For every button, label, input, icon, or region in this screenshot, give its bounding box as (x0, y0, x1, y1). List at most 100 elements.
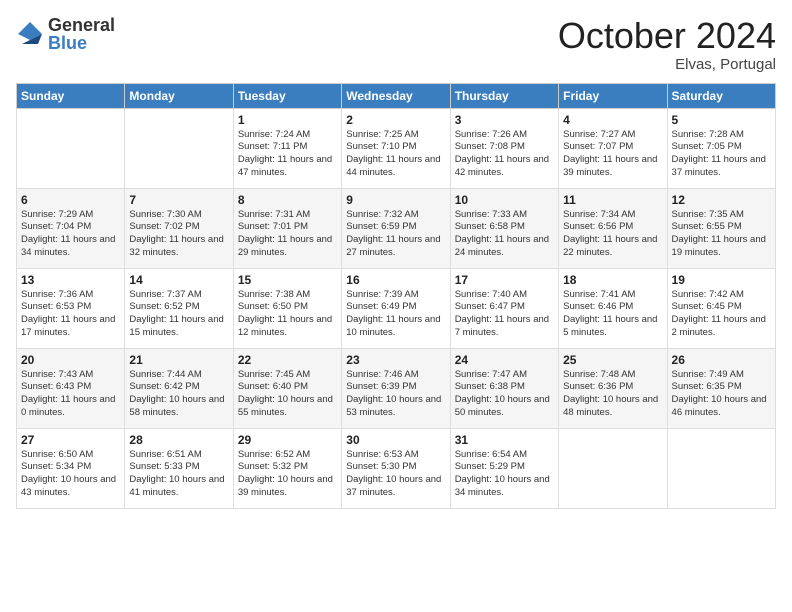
day-number: 19 (672, 273, 771, 287)
day-info: Sunrise: 7:29 AM Sunset: 7:04 PM Dayligh… (21, 209, 120, 260)
day-number: 4 (563, 113, 662, 127)
day-cell: 26Sunrise: 7:49 AM Sunset: 6:35 PM Dayli… (667, 348, 775, 428)
day-cell: 22Sunrise: 7:45 AM Sunset: 6:40 PM Dayli… (233, 348, 341, 428)
day-cell (125, 108, 233, 188)
day-info: Sunrise: 6:54 AM Sunset: 5:29 PM Dayligh… (455, 449, 554, 500)
day-number: 1 (238, 113, 337, 127)
day-cell: 6 Sunrise: 7:29 AM Sunset: 7:04 PM Daylig… (17, 188, 125, 268)
day-cell: 29Sunrise: 6:52 AM Sunset: 5:32 PM Dayli… (233, 428, 341, 508)
day-number: 18 (563, 273, 662, 287)
day-cell: 12Sunrise: 7:35 AM Sunset: 6:55 PM Dayli… (667, 188, 775, 268)
week-row-4: 20 Sunrise: 7:43 AM Sunset: 6:43 PM Dayli… (17, 348, 776, 428)
header: General Blue October 2024 Elvas, Portuga… (16, 16, 776, 73)
day-cell (17, 108, 125, 188)
header-cell-thursday: Thursday (450, 83, 558, 108)
header-cell-sunday: Sunday (17, 83, 125, 108)
day-number: 23 (346, 353, 445, 367)
day-info: Sunrise: 7:49 AM Sunset: 6:35 PM Dayligh… (672, 369, 771, 420)
week-row-1: 1 Sunrise: 7:24 AM Sunset: 7:11 PM Daylig… (17, 108, 776, 188)
day-number: 17 (455, 273, 554, 287)
day-number: 5 (672, 113, 771, 127)
day-cell: 5 Sunrise: 7:28 AM Sunset: 7:05 PM Daylig… (667, 108, 775, 188)
day-number: 25 (563, 353, 662, 367)
day-cell: 1 Sunrise: 7:24 AM Sunset: 7:11 PM Daylig… (233, 108, 341, 188)
day-info: Sunrise: 7:34 AM Sunset: 6:56 PM Dayligh… (563, 209, 662, 260)
title-block: October 2024 Elvas, Portugal (558, 16, 776, 73)
day-info: Sunrise: 7:25 AM Sunset: 7:10 PM Dayligh… (346, 129, 445, 180)
day-number: 7 (129, 193, 228, 207)
header-row: SundayMondayTuesdayWednesdayThursdayFrid… (17, 83, 776, 108)
day-info: Sunrise: 7:43 AM Sunset: 6:43 PM Dayligh… (21, 369, 120, 420)
day-info: Sunrise: 7:27 AM Sunset: 7:07 PM Dayligh… (563, 129, 662, 180)
day-cell: 13 Sunrise: 7:36 AM Sunset: 6:53 PM Dayli… (17, 268, 125, 348)
day-number: 15 (238, 273, 337, 287)
day-info: Sunrise: 6:51 AM Sunset: 5:33 PM Dayligh… (129, 449, 228, 500)
day-cell: 18 Sunrise: 7:41 AM Sunset: 6:46 PM Dayli… (559, 268, 667, 348)
day-number: 8 (238, 193, 337, 207)
day-cell: 15Sunrise: 7:38 AM Sunset: 6:50 PM Dayli… (233, 268, 341, 348)
day-number: 9 (346, 193, 445, 207)
header-cell-friday: Friday (559, 83, 667, 108)
day-info: Sunrise: 7:42 AM Sunset: 6:45 PM Dayligh… (672, 289, 771, 340)
week-row-2: 6 Sunrise: 7:29 AM Sunset: 7:04 PM Daylig… (17, 188, 776, 268)
day-number: 12 (672, 193, 771, 207)
day-cell: 20 Sunrise: 7:43 AM Sunset: 6:43 PM Dayli… (17, 348, 125, 428)
day-number: 3 (455, 113, 554, 127)
day-cell: 11 Sunrise: 7:34 AM Sunset: 6:56 PM Dayli… (559, 188, 667, 268)
day-info: Sunrise: 7:39 AM Sunset: 6:49 PM Dayligh… (346, 289, 445, 340)
day-number: 21 (129, 353, 228, 367)
day-cell: 27Sunrise: 6:50 AM Sunset: 5:34 PM Dayli… (17, 428, 125, 508)
day-cell: 3Sunrise: 7:26 AM Sunset: 7:08 PM Daylig… (450, 108, 558, 188)
day-info: Sunrise: 7:32 AM Sunset: 6:59 PM Dayligh… (346, 209, 445, 260)
day-number: 30 (346, 433, 445, 447)
day-cell: 9 Sunrise: 7:32 AM Sunset: 6:59 PM Daylig… (342, 188, 450, 268)
day-info: Sunrise: 7:45 AM Sunset: 6:40 PM Dayligh… (238, 369, 337, 420)
day-info: Sunrise: 7:33 AM Sunset: 6:58 PM Dayligh… (455, 209, 554, 260)
header-cell-saturday: Saturday (667, 83, 775, 108)
day-number: 20 (21, 353, 120, 367)
day-info: Sunrise: 6:53 AM Sunset: 5:30 PM Dayligh… (346, 449, 445, 500)
day-number: 2 (346, 113, 445, 127)
day-cell: 21 Sunrise: 7:44 AM Sunset: 6:42 PM Dayli… (125, 348, 233, 428)
header-cell-monday: Monday (125, 83, 233, 108)
day-info: Sunrise: 6:50 AM Sunset: 5:34 PM Dayligh… (21, 449, 120, 500)
day-cell: 2 Sunrise: 7:25 AM Sunset: 7:10 PM Daylig… (342, 108, 450, 188)
day-number: 6 (21, 193, 120, 207)
day-cell: 16Sunrise: 7:39 AM Sunset: 6:49 PM Dayli… (342, 268, 450, 348)
day-number: 31 (455, 433, 554, 447)
day-cell: 30 Sunrise: 6:53 AM Sunset: 5:30 PM Dayli… (342, 428, 450, 508)
day-cell: 19 Sunrise: 7:42 AM Sunset: 6:45 PM Dayli… (667, 268, 775, 348)
day-number: 11 (563, 193, 662, 207)
day-info: Sunrise: 7:48 AM Sunset: 6:36 PM Dayligh… (563, 369, 662, 420)
day-cell: 24Sunrise: 7:47 AM Sunset: 6:38 PM Dayli… (450, 348, 558, 428)
header-cell-tuesday: Tuesday (233, 83, 341, 108)
header-cell-wednesday: Wednesday (342, 83, 450, 108)
day-info: Sunrise: 7:36 AM Sunset: 6:53 PM Dayligh… (21, 289, 120, 340)
day-info: Sunrise: 7:28 AM Sunset: 7:05 PM Dayligh… (672, 129, 771, 180)
day-cell: 4 Sunrise: 7:27 AM Sunset: 7:07 PM Daylig… (559, 108, 667, 188)
day-info: Sunrise: 7:44 AM Sunset: 6:42 PM Dayligh… (129, 369, 228, 420)
week-row-3: 13 Sunrise: 7:36 AM Sunset: 6:53 PM Dayli… (17, 268, 776, 348)
page: General Blue October 2024 Elvas, Portuga… (0, 0, 792, 612)
day-number: 14 (129, 273, 228, 287)
day-number: 13 (21, 273, 120, 287)
day-info: Sunrise: 7:24 AM Sunset: 7:11 PM Dayligh… (238, 129, 337, 180)
calendar-table: SundayMondayTuesdayWednesdayThursdayFrid… (16, 83, 776, 509)
day-cell: 7Sunrise: 7:30 AM Sunset: 7:02 PM Daylig… (125, 188, 233, 268)
logo-blue: Blue (48, 34, 115, 52)
day-number: 10 (455, 193, 554, 207)
day-cell: 25 Sunrise: 7:48 AM Sunset: 6:36 PM Dayli… (559, 348, 667, 428)
day-cell (559, 428, 667, 508)
day-info: Sunrise: 7:31 AM Sunset: 7:01 PM Dayligh… (238, 209, 337, 260)
day-info: Sunrise: 7:47 AM Sunset: 6:38 PM Dayligh… (455, 369, 554, 420)
week-row-5: 27Sunrise: 6:50 AM Sunset: 5:34 PM Dayli… (17, 428, 776, 508)
day-info: Sunrise: 7:41 AM Sunset: 6:46 PM Dayligh… (563, 289, 662, 340)
day-cell: 14Sunrise: 7:37 AM Sunset: 6:52 PM Dayli… (125, 268, 233, 348)
day-cell (667, 428, 775, 508)
day-cell: 17 Sunrise: 7:40 AM Sunset: 6:47 PM Dayli… (450, 268, 558, 348)
logo-general: General (48, 16, 115, 34)
day-cell: 23Sunrise: 7:46 AM Sunset: 6:39 PM Dayli… (342, 348, 450, 428)
day-number: 28 (129, 433, 228, 447)
day-info: Sunrise: 7:40 AM Sunset: 6:47 PM Dayligh… (455, 289, 554, 340)
day-cell: 8 Sunrise: 7:31 AM Sunset: 7:01 PM Daylig… (233, 188, 341, 268)
